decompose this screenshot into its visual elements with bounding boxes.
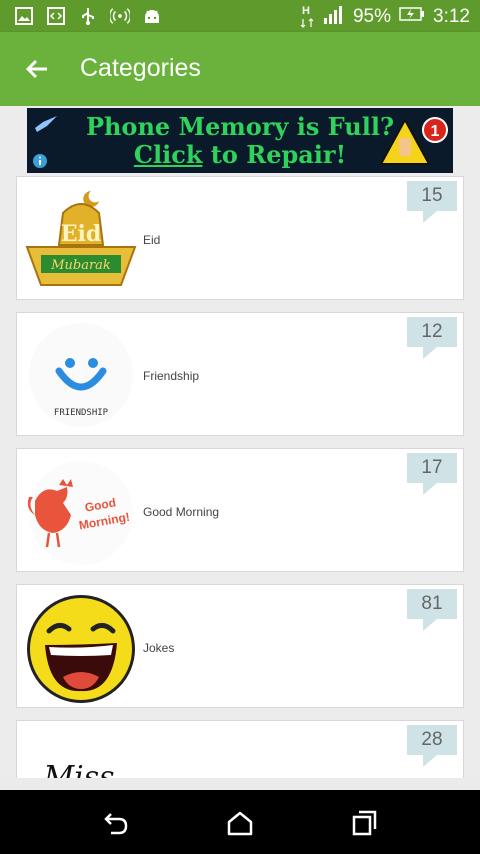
ad-info-icon[interactable] xyxy=(32,153,48,169)
network-indicator: H xyxy=(299,5,315,29)
category-card-eid[interactable]: Eid Mubarak Eid 15 xyxy=(16,176,464,300)
count-badge-tail xyxy=(423,347,437,359)
count-badge-value: 12 xyxy=(407,317,457,347)
laughing-face-icon xyxy=(23,593,139,703)
ad-badge-number: 1 xyxy=(431,123,440,140)
eid-mubarak-lantern-icon: Eid Mubarak xyxy=(23,185,139,295)
category-card-5[interactable]: Miss 28 xyxy=(16,720,464,778)
category-list[interactable]: Phone Memory is Full? Click to Repair! 1… xyxy=(0,106,480,778)
code-icon xyxy=(46,6,66,26)
ad-subline-text: to Repair! xyxy=(202,140,347,169)
count-badge: 28 xyxy=(407,725,457,767)
signal-icon xyxy=(323,4,345,29)
thumb-text-eid: Mubarak xyxy=(50,258,111,273)
category-card-friendship[interactable]: FRIENDSHIP Friendship 12 xyxy=(16,312,464,436)
count-badge-tail xyxy=(423,483,437,495)
category-name: Eid xyxy=(143,233,161,247)
count-badge: 81 xyxy=(407,589,457,631)
ad-link[interactable]: Click xyxy=(134,140,203,169)
category-name: Friendship xyxy=(143,369,200,383)
recents-nav-icon xyxy=(352,810,377,836)
app-bar: Categories xyxy=(0,32,480,106)
count-badge-value: 17 xyxy=(407,453,457,483)
battery-icon xyxy=(399,6,425,27)
status-right: H 95% 3:12 xyxy=(299,4,470,29)
count-badge-value: 81 xyxy=(407,589,457,619)
home-nav-button[interactable] xyxy=(227,810,253,836)
count-badge: 15 xyxy=(407,181,457,223)
count-badge-value: 15 xyxy=(407,181,457,211)
status-left-icons xyxy=(14,6,162,26)
count-badge-tail xyxy=(423,619,437,631)
battery-percent: 95% xyxy=(352,5,392,27)
page-title: Categories xyxy=(80,54,201,82)
warning-hand-icon: 1 xyxy=(379,117,448,165)
thumb-text-miss: Miss xyxy=(42,760,114,778)
status-bar: H 95% 3:12 xyxy=(0,0,480,32)
rooster-icon: Good Morning! xyxy=(23,457,139,567)
android-icon xyxy=(142,6,162,26)
svg-text:Eid: Eid xyxy=(61,221,102,247)
arrow-left-icon xyxy=(25,59,47,79)
category-card-good-morning[interactable]: Good Morning! Good Morning 17 xyxy=(16,448,464,572)
image-icon xyxy=(14,6,34,26)
count-badge-tail xyxy=(423,755,437,767)
category-name: Jokes xyxy=(143,641,175,655)
count-badge: 17 xyxy=(407,453,457,495)
ad-banner[interactable]: Phone Memory is Full? Click to Repair! 1 xyxy=(27,108,453,173)
back-nav-button[interactable] xyxy=(103,810,129,836)
thumb-text-friendship: FRIENDSHIP xyxy=(54,408,109,418)
back-button[interactable] xyxy=(22,54,52,84)
count-badge-tail xyxy=(423,211,437,223)
category-card-jokes[interactable]: Jokes 81 xyxy=(16,584,464,708)
clock: 3:12 xyxy=(433,5,470,27)
system-nav-bar xyxy=(0,790,480,854)
miss-you-script-icon: Miss xyxy=(23,729,139,778)
usb-icon xyxy=(78,6,98,26)
count-badge-value: 28 xyxy=(407,725,457,755)
count-badge: 12 xyxy=(407,317,457,359)
back-nav-icon xyxy=(104,813,128,835)
home-nav-icon xyxy=(227,811,253,836)
hotspot-icon xyxy=(110,6,130,26)
recents-nav-button[interactable] xyxy=(351,810,377,836)
smiley-face-icon: FRIENDSHIP xyxy=(23,321,139,431)
category-name: Good Morning xyxy=(143,505,220,519)
